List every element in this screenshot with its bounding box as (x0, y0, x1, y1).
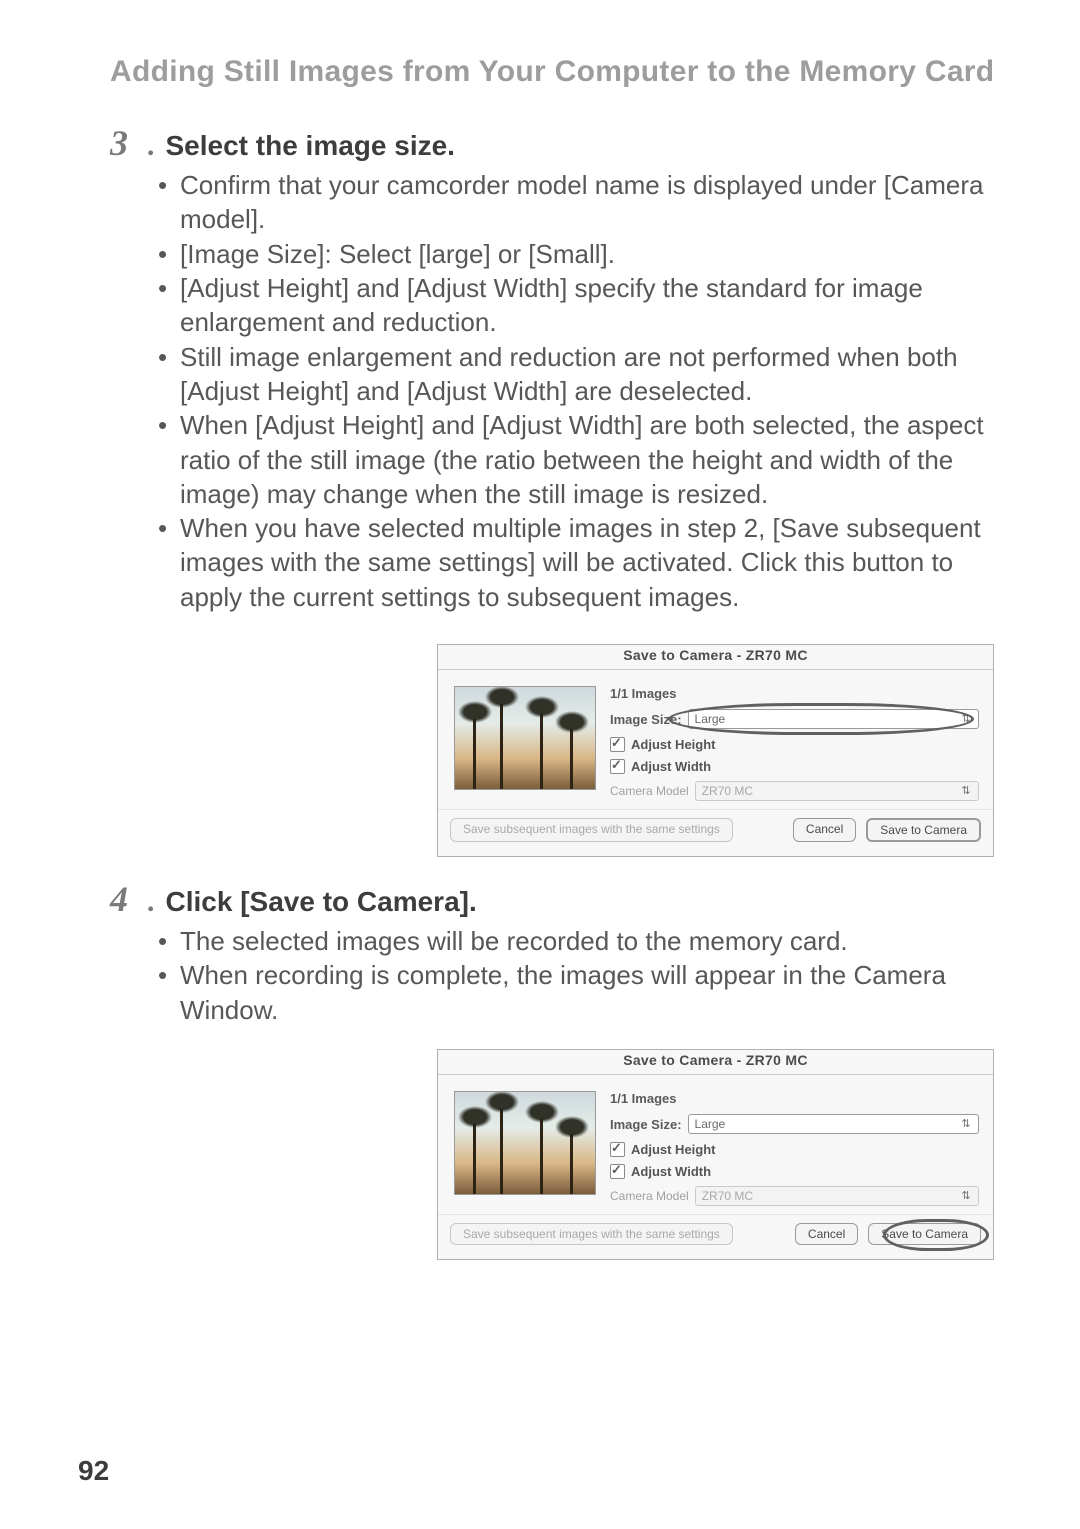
save-to-camera-button[interactable]: Save to Camera (866, 818, 981, 842)
checkmark-icon (610, 1164, 625, 1179)
chevron-updown-icon: ⇅ (958, 1119, 974, 1130)
page-number: 92 (78, 1455, 109, 1487)
step-3-number: 3 (110, 125, 148, 161)
dialog-body: 1/1 Images Image Size: Large ⇅ Adjust He… (438, 1075, 993, 1214)
step-4-dot: . (148, 887, 156, 917)
adjust-height-label: Adjust Height (631, 737, 716, 752)
adjust-width-checkbox[interactable]: Adjust Width (610, 759, 979, 774)
page: Adding Still Images from Your Computer t… (0, 0, 1080, 1529)
adjust-height-checkbox[interactable]: Adjust Height (610, 1142, 979, 1157)
save-subsequent-button[interactable]: Save subsequent images with the same set… (450, 1223, 733, 1245)
image-counter: 1/1 Images (610, 686, 979, 701)
save-to-camera-dialog: Save to Camera - ZR70 MC 1/1 Images Imag… (437, 1049, 994, 1260)
step-4: 4 . Click [Save to Camera]. The selected… (110, 881, 1002, 1027)
camera-model-select[interactable]: ZR70 MC ⇅ (695, 1186, 979, 1206)
cancel-button[interactable]: Cancel (795, 1223, 858, 1245)
camera-model-row: Camera Model ZR70 MC ⇅ (610, 781, 979, 801)
dialog-2-wrap: Save to Camera - ZR70 MC 1/1 Images Imag… (110, 1049, 994, 1260)
step-3-dot: . (148, 131, 156, 161)
dialog-fields: 1/1 Images Image Size: Large ⇅ Adjust He… (610, 1091, 979, 1206)
image-size-value: Large (695, 1117, 726, 1131)
dialog-footer: Save subsequent images with the same set… (438, 1214, 993, 1259)
camera-model-value: ZR70 MC (702, 1189, 753, 1203)
adjust-height-checkbox[interactable]: Adjust Height (610, 737, 979, 752)
checkmark-icon (610, 737, 625, 752)
save-to-camera-dialog: Save to Camera - ZR70 MC 1/1 Images Imag… (437, 644, 994, 857)
image-size-select[interactable]: Large ⇅ (688, 1114, 979, 1134)
dialog-1-wrap: Save to Camera - ZR70 MC 1/1 Images Imag… (110, 644, 994, 857)
chevron-updown-icon: ⇅ (958, 714, 974, 725)
image-size-row: Image Size: Large ⇅ (610, 709, 979, 729)
image-preview (454, 686, 596, 790)
dialog-title: Save to Camera - ZR70 MC (438, 1050, 993, 1075)
camera-model-row: Camera Model ZR70 MC ⇅ (610, 1186, 979, 1206)
chevron-updown-icon: ⇅ (958, 786, 974, 797)
camera-model-label: Camera Model (610, 784, 689, 798)
list-item: [Image Size]: Select [large] or [Small]. (158, 237, 1002, 271)
list-item: When [Adjust Height] and [Adjust Width] … (158, 408, 1002, 511)
step-4-number: 4 (110, 881, 148, 917)
list-item: The selected images will be recorded to … (158, 924, 1002, 958)
step-4-bullets: The selected images will be recorded to … (110, 924, 1002, 1027)
dialog-title: Save to Camera - ZR70 MC (438, 645, 993, 670)
list-item: [Adjust Height] and [Adjust Width] speci… (158, 271, 1002, 340)
camera-model-label: Camera Model (610, 1189, 689, 1203)
list-item: When recording is complete, the images w… (158, 958, 1002, 1027)
step-3: 3 . Select the image size. Confirm that … (110, 125, 1002, 614)
list-item: When you have selected multiple images i… (158, 511, 1002, 614)
cancel-button[interactable]: Cancel (793, 818, 856, 842)
list-item: Still image enlargement and reduction ar… (158, 340, 1002, 409)
image-size-row: Image Size: Large ⇅ (610, 1114, 979, 1134)
image-counter: 1/1 Images (610, 1091, 979, 1106)
step-4-title: Click [Save to Camera]. (166, 886, 477, 918)
image-size-select[interactable]: Large ⇅ (688, 709, 979, 729)
dialog-footer: Save subsequent images with the same set… (438, 809, 993, 856)
adjust-width-label: Adjust Width (631, 1164, 711, 1179)
step-4-head: 4 . Click [Save to Camera]. (110, 881, 1002, 918)
checkmark-icon (610, 759, 625, 774)
image-preview (454, 1091, 596, 1195)
step-3-bullets: Confirm that your camcorder model name i… (110, 168, 1002, 614)
save-to-camera-button[interactable]: Save to Camera (868, 1223, 981, 1245)
section-title: Adding Still Images from Your Computer t… (110, 55, 1002, 89)
step-3-title: Select the image size. (166, 130, 455, 162)
adjust-width-label: Adjust Width (631, 759, 711, 774)
save-subsequent-button[interactable]: Save subsequent images with the same set… (450, 818, 733, 842)
image-size-label: Image Size: (610, 1117, 682, 1132)
chevron-updown-icon: ⇅ (958, 1191, 974, 1202)
adjust-width-checkbox[interactable]: Adjust Width (610, 1164, 979, 1179)
dialog-body: 1/1 Images Image Size: Large ⇅ Adjust He… (438, 670, 993, 809)
image-size-label: Image Size: (610, 712, 682, 727)
checkmark-icon (610, 1142, 625, 1157)
camera-model-select[interactable]: ZR70 MC ⇅ (695, 781, 979, 801)
step-3-head: 3 . Select the image size. (110, 125, 1002, 162)
camera-model-value: ZR70 MC (702, 784, 753, 798)
list-item: Confirm that your camcorder model name i… (158, 168, 1002, 237)
image-size-value: Large (695, 712, 726, 726)
dialog-fields: 1/1 Images Image Size: Large ⇅ Adjust He… (610, 686, 979, 801)
adjust-height-label: Adjust Height (631, 1142, 716, 1157)
